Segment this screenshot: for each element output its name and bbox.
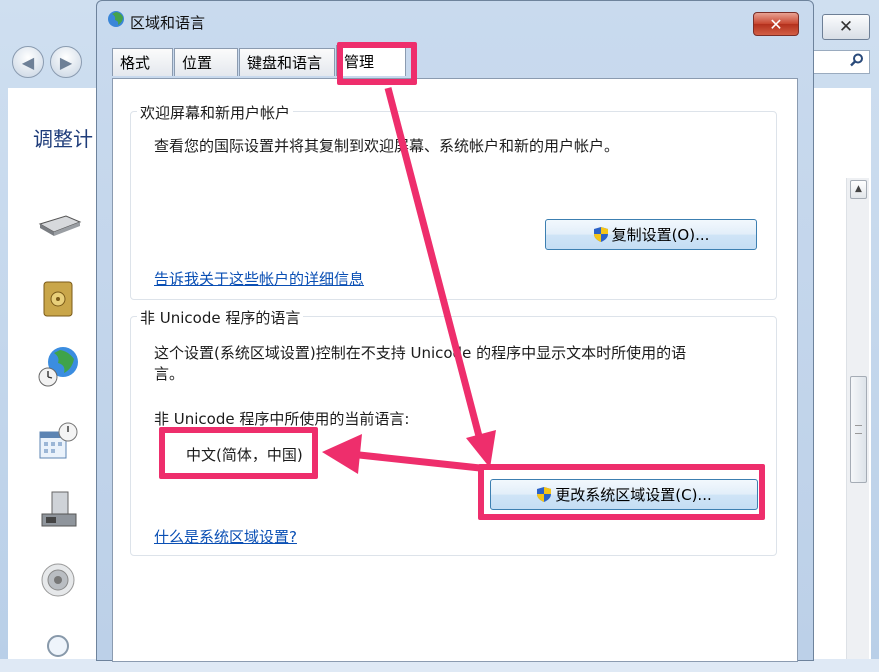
group-legend: 非 Unicode 程序的语言 xyxy=(137,307,304,328)
dialog-close-button[interactable]: ✕ xyxy=(753,12,799,36)
globe-clock-icon xyxy=(38,347,78,387)
group-legend: 欢迎屏幕和新用户帐户 xyxy=(137,102,294,123)
back-button[interactable]: ◀ xyxy=(12,46,44,78)
highlight-change-locale-button xyxy=(478,464,765,520)
accounts-info-link[interactable]: 告诉我关于这些帐户的详细信息 xyxy=(154,268,364,289)
search-input[interactable] xyxy=(808,50,870,74)
safe-icon xyxy=(43,281,73,317)
welcome-description: 查看您的国际设置并将其复制到欢迎屏幕、系统帐户和新的用户帐户。 xyxy=(154,137,620,155)
globe-icon xyxy=(108,11,124,27)
search-icon xyxy=(850,53,863,67)
computer-sound-icon xyxy=(41,491,77,527)
scroll-grip xyxy=(855,425,862,434)
speaker-icon xyxy=(41,563,75,597)
close-icon: ✕ xyxy=(769,14,783,34)
administrative-panel: 欢迎屏幕和新用户帐户 查看您的国际设置并将其复制到欢迎屏幕、系统帐户和新的用户帐… xyxy=(112,78,798,662)
tab-keyboards-languages[interactable]: 键盘和语言 xyxy=(239,48,335,76)
non-unicode-description-line1: 这个设置(系统区域设置)控制在不支持 Unicode 的程序中显示文本时所使用的… xyxy=(154,344,687,362)
keyboard-icon xyxy=(38,215,82,236)
copy-settings-button[interactable]: 复制设置(O)... xyxy=(545,219,757,250)
back-arrow-icon: ◀ xyxy=(21,52,35,72)
magnifier-icon xyxy=(47,635,69,657)
forward-arrow-icon: ▶ xyxy=(59,52,73,72)
tab-label: 位置 xyxy=(182,54,213,72)
highlight-administrative-tab xyxy=(337,42,417,85)
forward-button[interactable]: ▶ xyxy=(50,46,82,78)
scroll-up-button[interactable]: ▲ xyxy=(850,180,867,199)
scroll-thumb[interactable] xyxy=(850,376,867,483)
control-panel-heading: 调整计 xyxy=(33,127,93,151)
region-language-dialog: 区域和语言 ✕ 格式 位置 键盘和语言 管理 欢迎屏幕和新用户帐户 查看您的国际… xyxy=(96,0,814,662)
background-scrollbar[interactable]: ▲ xyxy=(846,178,869,659)
highlight-current-language xyxy=(159,427,318,479)
uac-shield-icon xyxy=(593,227,608,242)
dialog-title: 区域和语言 xyxy=(130,14,206,32)
non-unicode-description-line2: 言。 xyxy=(154,365,185,383)
tab-location[interactable]: 位置 xyxy=(174,48,238,76)
tab-formats[interactable]: 格式 xyxy=(112,48,173,76)
close-icon: ✕ xyxy=(838,17,854,37)
tab-label: 格式 xyxy=(120,54,151,72)
calendar-clock-icon xyxy=(39,422,78,459)
tab-label: 键盘和语言 xyxy=(247,54,323,72)
system-locale-help-link[interactable]: 什么是系统区域设置? xyxy=(154,526,297,547)
button-label: 复制设置(O)... xyxy=(611,226,710,244)
background-close-button[interactable]: ✕ xyxy=(822,14,870,40)
